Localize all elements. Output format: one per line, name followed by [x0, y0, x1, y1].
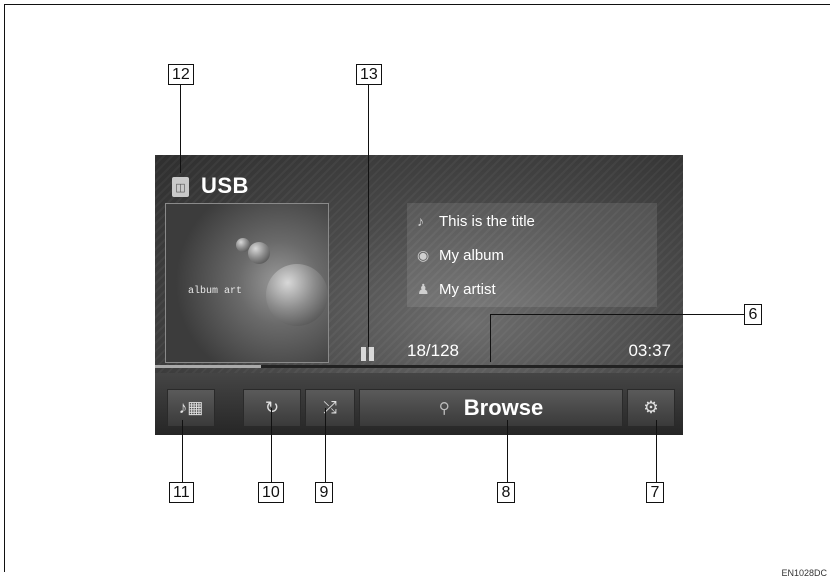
progress-bar[interactable] [155, 365, 683, 368]
track-album-row: ◉ My album [417, 243, 504, 267]
figure-code: EN1028DC [781, 568, 827, 578]
music-note-icon: ♪ [417, 213, 424, 229]
track-title: This is the title [439, 212, 535, 230]
album-art: album art [165, 203, 329, 363]
callout-12: 12 [168, 64, 194, 85]
leader-11 [182, 420, 183, 482]
leader-6-vertical [490, 314, 491, 362]
settings-gear-icon: ⚙ [643, 398, 659, 417]
leader-13 [368, 85, 369, 347]
settings-button[interactable]: ⚙ [627, 389, 675, 427]
track-position: 18/128 [407, 341, 459, 360]
leader-10 [271, 408, 272, 482]
leader-12 [180, 85, 181, 173]
disc-icon: ◉ [417, 246, 430, 263]
callout-11: 11 [169, 482, 194, 503]
track-time: 03:37 [628, 341, 671, 360]
track-album: My album [439, 246, 505, 264]
track-info-panel: ♪ This is the title ◉ My album ♟ My arti… [407, 203, 657, 307]
repeat-button[interactable]: ↻ [243, 389, 301, 427]
search-icon: ⚲ [438, 400, 450, 417]
callout-13: 13 [356, 64, 382, 85]
callout-8: 8 [497, 482, 515, 503]
usb-drive-icon[interactable]: ◫ [172, 177, 189, 197]
repeat-icon: ↻ [264, 398, 280, 417]
browse-label: Browse [463, 395, 544, 420]
track-artist: My artist [439, 280, 496, 298]
progress-fill [155, 365, 261, 368]
track-title-row: ♪ This is the title [417, 209, 535, 233]
callout-10: 10 [258, 482, 284, 503]
callout-7: 7 [646, 482, 664, 503]
leader-6-horizontal [490, 314, 744, 315]
browse-button[interactable]: ⚲ Browse [359, 389, 623, 427]
audio-sound-icon: ♪▦ [178, 398, 204, 417]
album-art-label: album art [188, 286, 243, 297]
audio-screen: ◫ USB album art ♪ This is the title ◉ My… [155, 155, 683, 435]
control-bar: ♪▦ ↻ ⤮ ⚲ Browse ⚙ [155, 373, 683, 435]
source-label: USB [201, 173, 249, 198]
track-artist-row: ♟ My artist [417, 277, 496, 301]
callout-9: 9 [315, 482, 333, 503]
callout-6: 6 [744, 304, 762, 325]
leader-7 [656, 420, 657, 482]
sound-settings-button[interactable]: ♪▦ [167, 389, 215, 427]
shuffle-button[interactable]: ⤮ [305, 389, 355, 427]
leader-9 [325, 408, 326, 482]
leader-8 [507, 420, 508, 482]
artist-icon: ♟ [417, 280, 430, 297]
pause-icon[interactable] [361, 347, 375, 361]
